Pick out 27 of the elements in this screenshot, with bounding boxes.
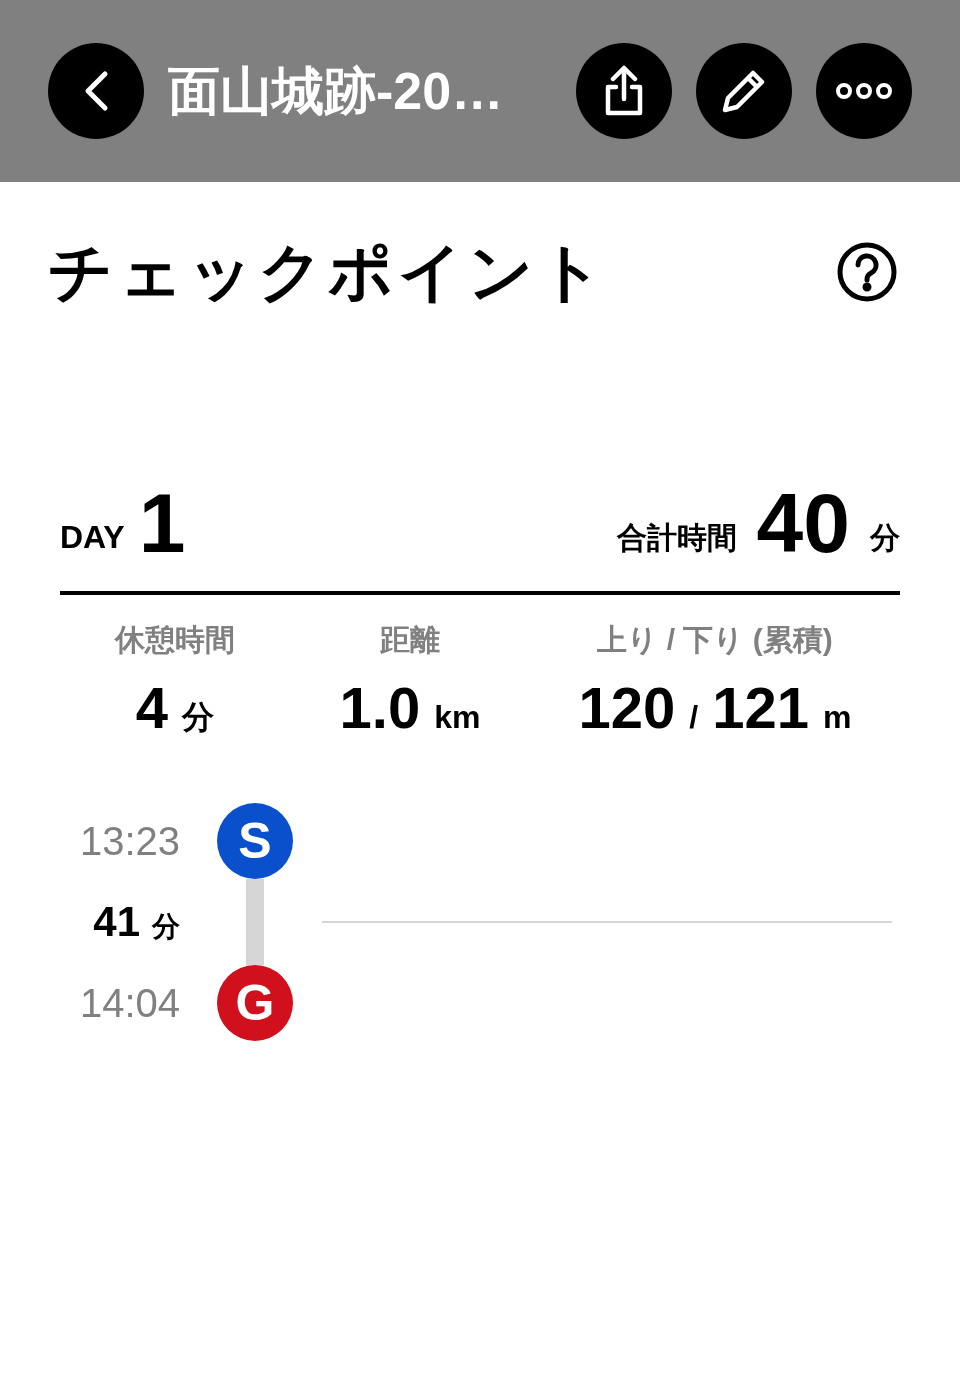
stat-label: 休憩時間 — [115, 625, 235, 656]
total-time-label: 合計時間 — [616, 523, 737, 554]
stat-value: 120 — [578, 679, 676, 738]
duration-value: 41 — [93, 901, 140, 944]
stat-label: 距離 — [380, 625, 440, 656]
back-icon — [83, 70, 109, 112]
stat-value: 4 — [135, 679, 169, 738]
day-number: 1 — [138, 490, 186, 558]
more-icon — [835, 83, 893, 99]
help-icon[interactable] — [836, 241, 898, 303]
total-time-unit: 分 — [870, 523, 900, 554]
stat-value: 121 — [712, 679, 809, 738]
stat-label: 上り / 下り (累積) — [597, 625, 833, 656]
day-label: DAY — [60, 521, 125, 554]
stat-unit: km — [434, 701, 481, 734]
time-label: 14:04 — [78, 983, 180, 1024]
checkpoint-marker[interactable]: G — [217, 965, 293, 1042]
stat-unit: m — [823, 701, 852, 734]
page-title: チェックポイント — [48, 240, 608, 304]
total-time-value: 40 — [756, 490, 850, 558]
stat-separator: / — [689, 701, 699, 734]
stat-unit: 分 — [182, 701, 215, 734]
time-label: 13:23 — [78, 821, 180, 862]
stat-value: 1.0 — [339, 679, 421, 738]
duration-unit: 分 — [152, 913, 180, 942]
checkpoint-marker[interactable]: S — [217, 803, 293, 880]
route-title: 面山城跡-20… — [168, 65, 505, 117]
